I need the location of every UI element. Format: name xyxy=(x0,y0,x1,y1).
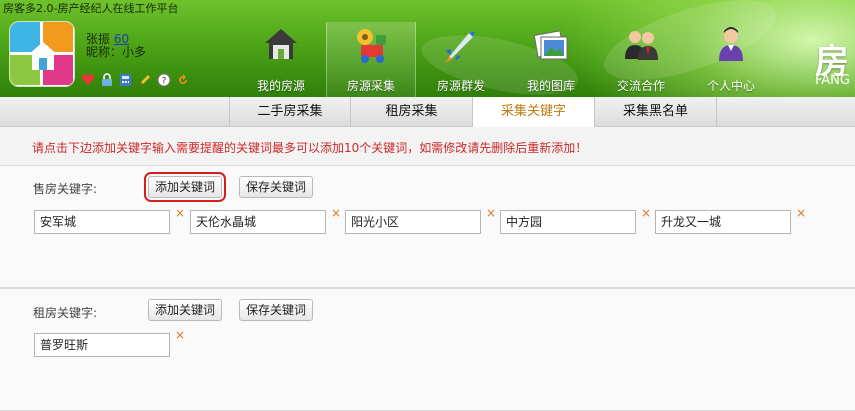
main-nav: 我的房源 房源采集 房源群发 我的图库 交流合作 个人中心 xyxy=(236,22,776,97)
pencil-icon[interactable] xyxy=(137,72,152,87)
people-icon xyxy=(625,31,658,60)
sale-save-keyword-button[interactable]: 保存关键词 xyxy=(239,176,314,198)
sale-keyword-field[interactable]: 中方园 xyxy=(500,210,636,234)
user-toolbar: ? xyxy=(80,72,190,88)
person-icon xyxy=(719,27,743,61)
nav-label: 我的房源 xyxy=(256,79,305,93)
delete-keyword-icon[interactable]: × xyxy=(486,207,496,219)
heart-icon[interactable] xyxy=(80,72,95,87)
collect-icon xyxy=(357,29,386,63)
nav-label: 交流合作 xyxy=(616,79,665,93)
gallery-icon xyxy=(533,30,568,60)
calculator-icon[interactable] xyxy=(118,72,133,87)
delete-keyword-icon[interactable]: × xyxy=(175,329,185,341)
rent-save-keyword-button[interactable]: 保存关键词 xyxy=(239,299,314,321)
svg-text:?: ? xyxy=(161,76,166,86)
tab-second-hand-collect[interactable]: 二手房采集 xyxy=(229,97,351,127)
delete-keyword-icon[interactable]: × xyxy=(175,207,185,219)
home-logo-icon xyxy=(28,42,58,70)
house-icon xyxy=(265,29,297,59)
app-logo xyxy=(9,21,75,87)
notice-bar: 请点击下边添加关键字输入需要提醒的关键词最多可以添加10个关键词，如需修改请先删… xyxy=(0,127,855,166)
nav-label: 房源采集 xyxy=(346,79,395,93)
rent-keyword-field[interactable]: 普罗旺斯 xyxy=(34,333,170,357)
nav-label: 我的图库 xyxy=(526,79,575,93)
user-nickname: 昵称：小多 xyxy=(86,45,147,59)
lock-icon[interactable] xyxy=(99,72,114,87)
sale-keyword-field[interactable]: 天伦水晶城 xyxy=(190,210,326,234)
tab-collect-blacklist[interactable]: 采集黑名单 xyxy=(595,97,717,127)
nav-listing-broadcast[interactable]: 房源群发 xyxy=(416,22,506,97)
header-banner: 房客多2.0-房产经纪人在线工作平台 张振 60 昵称：小多 ? 我的房源 房源… xyxy=(0,0,855,97)
nav-my-listings[interactable]: 我的房源 xyxy=(236,22,326,97)
rent-keywords-section: 租房关键字: 添加关键词 保存关键词 普罗旺斯 × xyxy=(0,288,855,411)
refresh-icon[interactable] xyxy=(175,72,190,87)
sale-keyword-field[interactable]: 阳光小区 xyxy=(345,210,481,234)
delete-keyword-icon[interactable]: × xyxy=(331,207,341,219)
brand-logo-subtext: FANG xyxy=(815,73,850,88)
delete-keyword-icon[interactable]: × xyxy=(796,207,806,219)
rocket-icon xyxy=(445,31,475,63)
sale-keyword-field[interactable]: 升龙又一城 xyxy=(655,210,791,234)
nav-personal-center[interactable]: 个人中心 xyxy=(686,22,776,97)
delete-keyword-icon[interactable]: × xyxy=(641,207,651,219)
nav-collaboration[interactable]: 交流合作 xyxy=(596,22,686,97)
sale-keywords-label: 售房关键字: xyxy=(33,182,98,196)
rent-add-keyword-button[interactable]: 添加关键词 xyxy=(148,299,223,321)
nav-label: 个人中心 xyxy=(706,79,755,93)
rent-keywords-label: 租房关键字: xyxy=(33,306,98,320)
tab-collect-keywords[interactable]: 采集关键字 xyxy=(473,97,595,128)
nav-listing-collect[interactable]: 房源采集 xyxy=(326,22,416,97)
sub-tab-bar: 二手房采集 租房采集 采集关键字 采集黑名单 xyxy=(0,97,855,128)
sale-keyword-field[interactable]: 安军城 xyxy=(34,210,170,234)
sale-keywords-section: 售房关键字: 添加关键词 保存关键词 安军城 × 天伦水晶城 × 阳光小区 × … xyxy=(0,166,855,288)
notice-text: 请点击下边添加关键字输入需要提醒的关键词最多可以添加10个关键词，如需修改请先删… xyxy=(32,141,588,155)
nav-label: 房源群发 xyxy=(436,79,485,93)
sale-add-keyword-button[interactable]: 添加关键词 xyxy=(143,172,227,202)
help-icon[interactable]: ? xyxy=(156,72,171,87)
nav-my-gallery[interactable]: 我的图库 xyxy=(506,22,596,97)
tab-rental-collect[interactable]: 租房采集 xyxy=(351,97,473,127)
app-title: 房客多2.0-房产经纪人在线工作平台 xyxy=(3,2,179,15)
